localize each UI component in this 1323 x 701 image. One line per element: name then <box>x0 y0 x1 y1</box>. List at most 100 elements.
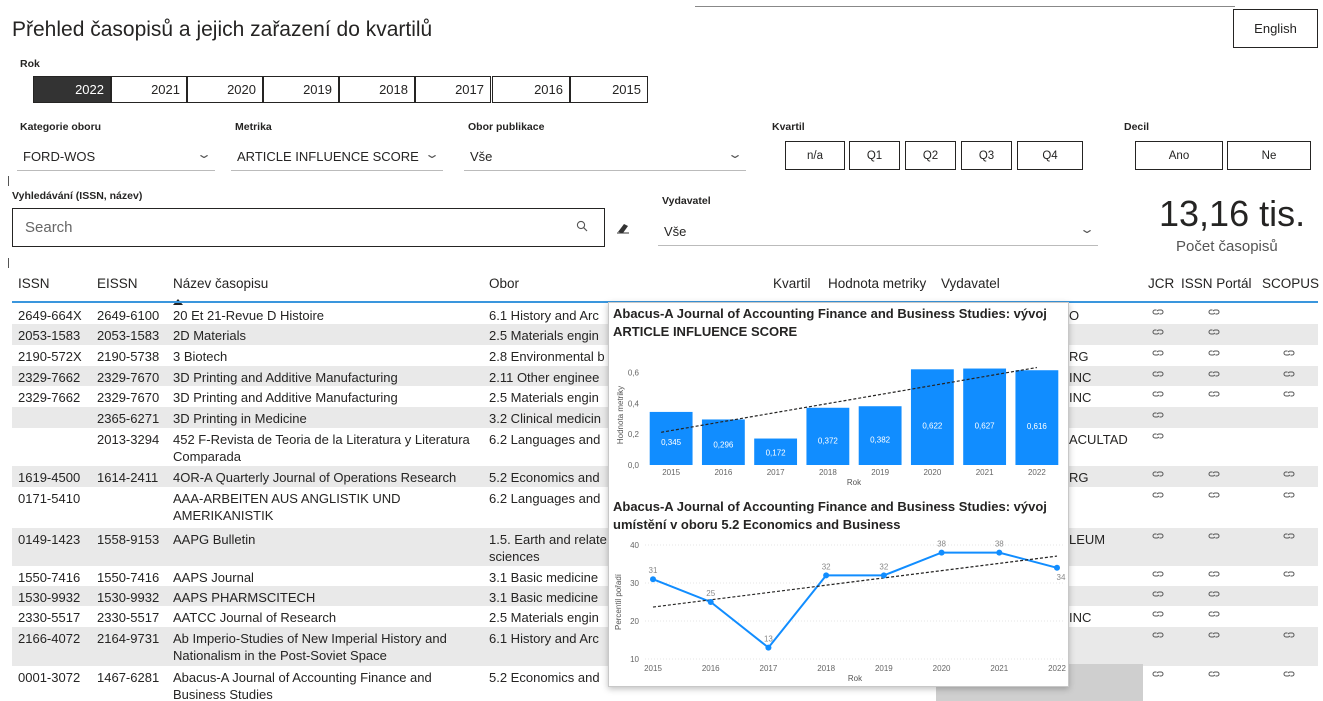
scopus-link-icon[interactable] <box>1283 569 1295 582</box>
quartile-button-na[interactable]: n/a <box>785 141 845 170</box>
quartile-button-Q4[interactable]: Q4 <box>1017 141 1083 170</box>
search-input[interactable]: Search <box>12 208 605 247</box>
english-language-button[interactable]: English <box>1233 9 1318 48</box>
eraser-icon[interactable] <box>616 221 630 239</box>
category-dropdown[interactable]: FORD-WOS ⌄ <box>17 142 215 171</box>
y-tick-label: 0,2 <box>628 430 640 439</box>
issn-portal-link-icon[interactable] <box>1208 327 1220 340</box>
jcr-link-icon[interactable] <box>1152 531 1164 544</box>
col-field[interactable]: Obor <box>489 276 519 291</box>
col-issn[interactable]: ISSN <box>18 276 50 291</box>
jcr-link-icon[interactable] <box>1152 589 1164 602</box>
col-publisher[interactable]: Vydavatel <box>941 276 1000 291</box>
quartile-button-Q2[interactable]: Q2 <box>905 141 956 170</box>
field-cell: 6.2 Languages and <box>489 432 601 447</box>
jcr-link-icon[interactable] <box>1152 569 1164 582</box>
year-button-2019[interactable]: 2019 <box>263 76 339 103</box>
jcr-link-icon[interactable] <box>1152 327 1164 340</box>
issn-portal-link-icon[interactable] <box>1208 630 1220 643</box>
journal-name-cell: 20 Et 21-Revue D Histoire <box>173 308 325 323</box>
x-tick-label: 2016 <box>714 468 732 477</box>
issn-portal-link-icon[interactable] <box>1208 469 1220 482</box>
y-tick-label: 10 <box>630 655 639 664</box>
eissn-cell: 2013-3294 <box>97 432 160 447</box>
col-scopus[interactable]: SCOPUS <box>1262 276 1319 291</box>
scopus-link-icon[interactable] <box>1283 469 1295 482</box>
issn-portal-link-icon[interactable] <box>1208 609 1220 622</box>
jcr-link-icon[interactable] <box>1152 490 1164 503</box>
col-jcr[interactable]: JCR <box>1148 276 1174 291</box>
issn-portal-link-icon[interactable] <box>1208 669 1220 682</box>
issn-portal-link-icon[interactable] <box>1208 531 1220 544</box>
scopus-link-icon[interactable] <box>1283 630 1295 643</box>
jcr-link-icon[interactable] <box>1152 609 1164 622</box>
field-cell: 3.2 Clinical medicin <box>489 411 601 426</box>
chart2-title-line1: Abacus-A Journal of Accounting Finance a… <box>613 499 1047 514</box>
scopus-link-icon[interactable] <box>1283 389 1295 402</box>
jcr-link-icon[interactable] <box>1152 410 1164 423</box>
issn-portal-link-icon[interactable] <box>1208 490 1220 503</box>
year-button-2015[interactable]: 2015 <box>570 76 648 103</box>
issn-portal-link-icon[interactable] <box>1208 369 1220 382</box>
decile-button-ano[interactable]: Ano <box>1135 141 1223 170</box>
jcr-link-icon[interactable] <box>1152 669 1164 682</box>
jcr-link-icon[interactable] <box>1152 348 1164 361</box>
field-cell: 3.1 Basic medicine <box>489 590 599 605</box>
col-name[interactable]: Název časopisu <box>173 276 268 291</box>
x-tick-label: 2019 <box>875 664 893 673</box>
chart1-title-line2: ARTICLE INFLUENCE SCORE <box>613 324 798 339</box>
quartile-button-Q1[interactable]: Q1 <box>849 141 900 170</box>
journal-count-label: Počet časopisů <box>1176 238 1278 255</box>
year-button-2022[interactable]: 2022 <box>33 76 111 103</box>
search-label: Vyhledávání (ISSN, název) <box>12 190 143 202</box>
scopus-link-icon[interactable] <box>1283 669 1295 682</box>
col-metric[interactable]: Hodnota metriky <box>828 276 926 291</box>
jcr-link-icon[interactable] <box>1152 389 1164 402</box>
field-dropdown[interactable]: Vše ⌄ <box>464 142 746 171</box>
bar-label: 0,296 <box>713 441 734 450</box>
year-button-2021[interactable]: 2021 <box>111 76 187 103</box>
scopus-link-icon[interactable] <box>1283 490 1295 503</box>
year-button-2016[interactable]: 2016 <box>492 76 570 103</box>
chart1-title-line1: Abacus-A Journal of Accounting Finance a… <box>613 306 1047 321</box>
publisher-dropdown[interactable]: Vše ⌄ <box>658 217 1098 246</box>
journal-name-cell: Abacus-A Journal of Accounting Finance a… <box>173 670 432 701</box>
eissn-cell: 2164-9731 <box>97 631 160 646</box>
jcr-link-icon[interactable] <box>1152 369 1164 382</box>
year-button-2017[interactable]: 2017 <box>415 76 491 103</box>
y-tick-label: 0,4 <box>628 399 640 408</box>
issn-portal-link-icon[interactable] <box>1208 589 1220 602</box>
journal-name-cell: 452 F-Revista de Teoria de la Literatura… <box>173 432 470 464</box>
issn-cell: 0001-3072 <box>18 670 81 685</box>
issn-portal-link-icon[interactable] <box>1208 348 1220 361</box>
point-label: 32 <box>822 562 831 571</box>
bar-label: 0,345 <box>661 438 682 447</box>
search-icon[interactable] <box>576 219 588 236</box>
issn-portal-link-icon[interactable] <box>1208 389 1220 402</box>
year-button-2018[interactable]: 2018 <box>339 76 415 103</box>
jcr-link-icon[interactable] <box>1152 469 1164 482</box>
col-quartile[interactable]: Kvartil <box>773 276 811 291</box>
journal-name-cell: 4OR-A Quarterly Journal of Operations Re… <box>173 470 457 485</box>
x-tick-label: 2015 <box>644 664 662 673</box>
col-eissn[interactable]: EISSN <box>97 276 138 291</box>
journal-tooltip: Abacus-A Journal of Accounting Finance a… <box>608 302 1069 687</box>
quartile-button-Q3[interactable]: Q3 <box>961 141 1012 170</box>
point-label: 38 <box>995 540 1004 549</box>
jcr-link-icon[interactable] <box>1152 630 1164 643</box>
issn-portal-link-icon[interactable] <box>1208 569 1220 582</box>
point-label: 34 <box>1057 573 1066 582</box>
scopus-link-icon[interactable] <box>1283 531 1295 544</box>
scopus-link-icon[interactable] <box>1283 348 1295 361</box>
issn-portal-link-icon[interactable] <box>1208 307 1220 320</box>
jcr-link-icon[interactable] <box>1152 307 1164 320</box>
decile-button-ne[interactable]: Ne <box>1227 141 1311 170</box>
eissn-cell: 1558-9153 <box>97 532 160 547</box>
metric-dropdown[interactable]: ARTICLE INFLUENCE SCORE ⌄ <box>231 142 443 171</box>
year-button-2020[interactable]: 2020 <box>187 76 263 103</box>
jcr-link-icon[interactable] <box>1152 431 1164 444</box>
scopus-link-icon[interactable] <box>1283 369 1295 382</box>
chevron-down-icon: ⌄ <box>1078 222 1096 236</box>
col-issn-portal[interactable]: ISSN Portál <box>1181 276 1252 291</box>
x-tick-label: 2022 <box>1028 468 1046 477</box>
